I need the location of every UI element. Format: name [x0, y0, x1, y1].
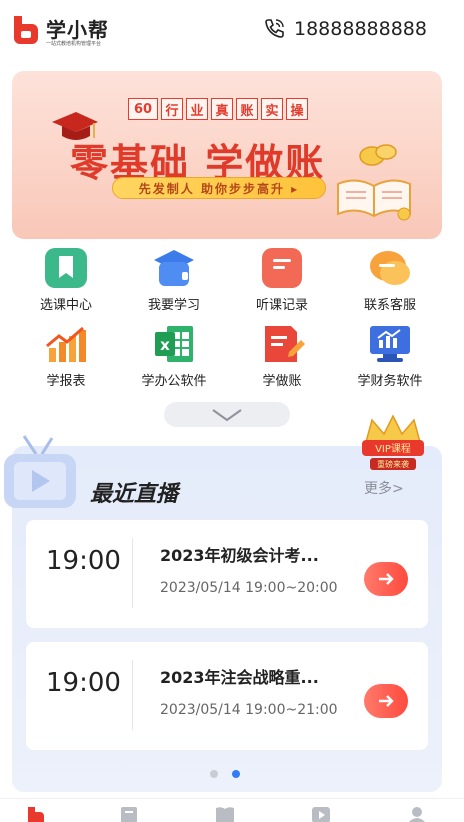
nav-profile-icon[interactable]	[406, 805, 428, 822]
phone-number[interactable]: 18888888888	[294, 18, 427, 40]
banner-tag: 真	[211, 98, 233, 120]
grid-item-support[interactable]: 联系客服	[332, 246, 448, 316]
banner-tag: 实	[261, 98, 283, 120]
card-divider	[132, 538, 133, 608]
pen-document-icon	[265, 326, 305, 362]
vip-badge-line1: VIP课程	[375, 443, 411, 455]
open-book-icon	[337, 179, 411, 221]
live-title-text: 2023年初级会计考...	[160, 546, 319, 565]
grid-label: 学财务软件	[357, 374, 423, 389]
app-subtitle: 一站式教培机构管理平台	[46, 41, 102, 47]
card-divider	[132, 660, 133, 730]
banner-cta-button[interactable]: 先发制人 助你步步高升 ▸	[112, 177, 326, 199]
arrow-right-icon	[379, 695, 394, 707]
live-card[interactable]: 19:00 2023年注会战略重... 2023/05/14 19:00~21:…	[26, 642, 428, 750]
bar-chart-icon	[46, 326, 86, 362]
enter-live-button[interactable]	[364, 562, 408, 596]
vip-badge-line2: 重磅来袭	[377, 459, 409, 469]
banner-tag: 操	[286, 98, 308, 120]
monitor-chart-icon	[370, 326, 410, 362]
phone-icon[interactable]	[262, 17, 286, 41]
grid-label: 听课记录	[255, 298, 308, 313]
arrow-right-icon	[379, 573, 394, 585]
app-screen: 学小帮 一站式教培机构管理平台 18888888888 60 行 业 真 账 实…	[0, 0, 464, 822]
grid-label: 选课中心	[39, 298, 92, 313]
vip-crown-badge[interactable]: VIP课程 重磅来袭	[358, 414, 428, 476]
carousel-dot[interactable]	[210, 770, 218, 778]
grid-label: 我要学习	[147, 298, 200, 313]
app-name: 学小帮	[46, 18, 109, 42]
live-card[interactable]: 19:00 2023年初级会计考... 2023/05/14 19:00~20:…	[26, 520, 428, 628]
expand-grid-button[interactable]	[164, 402, 290, 427]
nav-home-icon[interactable]	[24, 805, 46, 822]
grid-item-study[interactable]: 我要学习	[116, 246, 232, 316]
nav-library-icon[interactable]	[214, 805, 236, 822]
live-time: 19:00	[46, 546, 121, 576]
grid-item-course-center[interactable]: 选课中心	[8, 246, 124, 316]
enter-live-button[interactable]	[364, 684, 408, 718]
nav-video-icon[interactable]	[310, 805, 332, 822]
grid-item-bookkeeping[interactable]: 学做账	[224, 322, 340, 392]
bookmark-icon	[45, 248, 87, 288]
record-book-icon	[262, 248, 302, 288]
graduation-cap-icon	[154, 250, 194, 286]
chevron-down-icon	[212, 409, 242, 422]
grid-label: 学做账	[262, 374, 302, 389]
grid-label: 学报表	[46, 374, 86, 389]
live-date: 2023/05/14 19:00~21:00	[160, 702, 338, 718]
banner-tag: 行	[161, 98, 183, 120]
grid-label: 学办公软件	[141, 374, 207, 389]
grid-item-finance-software[interactable]: 学财务软件	[332, 322, 448, 392]
grid-label: 联系客服	[363, 298, 416, 313]
live-time: 19:00	[46, 668, 121, 698]
coin-icon	[359, 144, 397, 166]
grid-item-office-software[interactable]: x 学办公软件	[116, 322, 232, 392]
bottom-nav	[0, 798, 464, 822]
banner-tag-row: 60 行 业 真 账 实 操	[128, 98, 308, 120]
banner-tag: 账	[236, 98, 258, 120]
banner-tag: 业	[186, 98, 208, 120]
svg-text:x: x	[160, 336, 170, 354]
top-header: 学小帮 一站式教培机构管理平台 18888888888	[0, 0, 464, 62]
live-date: 2023/05/14 19:00~20:00	[160, 580, 338, 596]
more-link[interactable]: 更多>	[364, 478, 404, 498]
carousel-dots	[210, 770, 240, 778]
live-section-title: 最近直播	[90, 482, 179, 507]
grid-item-reports[interactable]: 学报表	[8, 322, 124, 392]
grid-item-records[interactable]: 听课记录	[224, 246, 340, 316]
tv-icon	[4, 435, 76, 508]
live-title-text: 2023年注会战略重...	[160, 668, 319, 687]
nav-courses-icon[interactable]	[118, 805, 140, 822]
chat-bubble-icon	[370, 251, 410, 285]
app-logo-icon	[14, 16, 38, 44]
banner-tag: 60	[128, 98, 158, 120]
excel-icon: x	[155, 326, 193, 362]
carousel-dot-active[interactable]	[232, 770, 240, 778]
